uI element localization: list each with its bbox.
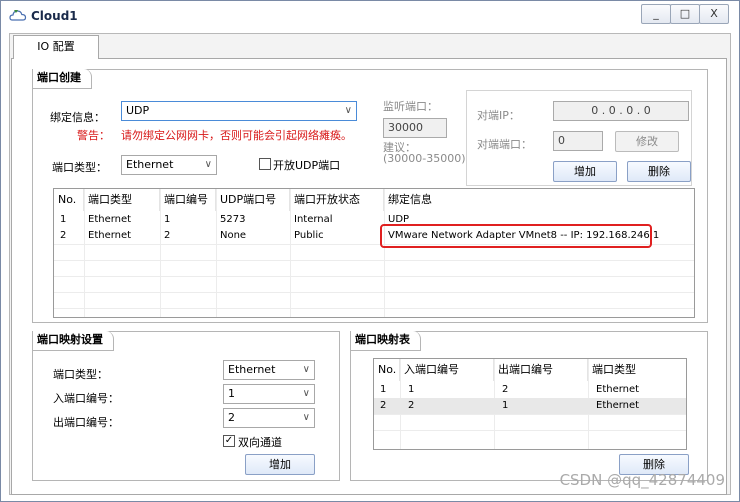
mapping-settings-group: 端口映射设置 端口类型： Ethernet ∨ 入端口编号： 1 ∨ 出端口编号…	[32, 331, 340, 481]
map-col-header-in-port: 入端口编号	[400, 359, 494, 381]
col-header-port-no: 端口编号	[160, 189, 216, 211]
chevron-down-icon: ∨	[302, 412, 310, 423]
warning-label: 警告：	[77, 129, 110, 142]
cloud1-window: Cloud1 _ □ X IO 配置 端口创建 绑定信息： UDP ∨ 警告： …	[0, 0, 740, 502]
col-header-port-type: 端口类型	[84, 189, 160, 211]
in-port-select[interactable]: 1 ∨	[223, 384, 315, 404]
warning-text: 请勿绑定公网网卡，否则可能会引起网络瘫痪。	[121, 129, 352, 142]
add-port-button[interactable]: 增加	[553, 161, 617, 182]
table-row-selected[interactable]: 2 2 1 Ethernet	[374, 398, 686, 414]
map-port-type-label: 端口类型：	[53, 368, 108, 381]
open-udp-checkbox[interactable]	[259, 158, 271, 170]
mapping-table-title: 端口映射表	[351, 331, 421, 351]
listen-port-input[interactable]: 30000	[383, 118, 447, 138]
out-port-label: 出端口编号：	[53, 416, 119, 429]
peer-port-input[interactable]: 0	[553, 131, 603, 151]
port-type-select[interactable]: Ethernet ∨	[121, 155, 217, 175]
open-udp-label: 开放UDP端口	[273, 159, 341, 172]
chevron-down-icon: ∨	[302, 364, 310, 375]
col-header-no: No.	[54, 189, 84, 211]
close-button[interactable]: X	[699, 4, 729, 24]
watermark: CSDN @qq_42874409	[559, 471, 725, 489]
chevron-down-icon: ∨	[302, 388, 310, 399]
peer-port-value: 0	[558, 134, 565, 147]
peer-port-label: 对端端口：	[477, 138, 532, 151]
chevron-down-icon: ∨	[204, 159, 212, 170]
chevron-down-icon: ∨	[344, 105, 352, 116]
col-header-binding: 绑定信息	[388, 193, 432, 206]
map-col-header-out-port: 出端口编号	[494, 359, 588, 381]
in-port-label: 入端口编号：	[53, 392, 119, 405]
suggest-range: (30000-35000)	[383, 152, 466, 165]
peer-ip-input[interactable]: 0 . 0 . 0 . 0	[553, 101, 689, 121]
minimize-icon: _	[653, 7, 659, 20]
listen-port-value: 30000	[388, 121, 423, 134]
mapping-settings-title: 端口映射设置	[33, 331, 114, 351]
title-bar[interactable]: Cloud1 _ □ X	[1, 1, 739, 29]
mapping-table-group: 端口映射表 No. 入端口编号 出端口编号 端口类型 1 1 2 Etherne…	[350, 331, 708, 481]
peer-ip-label: 对端IP：	[477, 109, 520, 122]
minimize-button[interactable]: _	[641, 4, 671, 24]
col-header-open-state: 端口开放状态	[290, 189, 384, 211]
bidirectional-label: 双向通道	[238, 436, 282, 449]
tab-io-config[interactable]: IO 配置	[13, 35, 99, 59]
checkmark-icon: ✓	[224, 435, 234, 446]
modify-button[interactable]: 修改	[615, 131, 679, 152]
window-title: Cloud1	[31, 9, 78, 23]
map-col-header-port-type: 端口类型	[592, 363, 636, 376]
port-type-value: Ethernet	[126, 158, 174, 171]
udp-peer-group: 对端IP： 0 . 0 . 0 . 0 对端端口： 0 修改 增加 删除	[466, 90, 692, 186]
delete-port-button[interactable]: 删除	[627, 161, 691, 182]
highlight-box	[380, 224, 652, 248]
port-creation-group: 端口创建 绑定信息： UDP ∨ 警告： 请勿绑定公网网卡，否则可能会引起网络瘫…	[32, 69, 708, 323]
io-config-panel: 端口创建 绑定信息： UDP ∨ 警告： 请勿绑定公网网卡，否则可能会引起网络瘫…	[11, 58, 727, 495]
cloud-app-icon	[9, 10, 27, 21]
out-port-select[interactable]: 2 ∨	[223, 408, 315, 428]
binding-select[interactable]: UDP ∨	[121, 101, 357, 121]
bidirectional-checkbox[interactable]: ✓	[223, 435, 235, 447]
in-port-value: 1	[228, 387, 235, 400]
table-row[interactable]: 1 1 2 Ethernet	[374, 382, 686, 398]
close-icon: X	[710, 7, 718, 20]
mapping-table[interactable]: No. 入端口编号 出端口编号 端口类型 1 1 2 Ethernet 2 2 …	[373, 358, 687, 450]
out-port-value: 2	[228, 411, 235, 424]
port-type-label: 端口类型：	[52, 161, 107, 174]
binding-label: 绑定信息：	[50, 111, 105, 124]
add-mapping-button[interactable]: 增加	[245, 454, 315, 475]
map-port-type-value: Ethernet	[228, 363, 276, 376]
map-col-header-no: No.	[374, 359, 400, 381]
port-creation-title: 端口创建	[33, 69, 92, 89]
port-table[interactable]: No. 端口类型 端口编号 UDP端口号 端口开放状态 绑定信息 1 Ether…	[53, 188, 695, 318]
peer-ip-value: 0 . 0 . 0 . 0	[591, 104, 651, 117]
maximize-icon: □	[679, 7, 691, 20]
map-port-type-select[interactable]: Ethernet ∨	[223, 360, 315, 380]
binding-value: UDP	[126, 104, 150, 117]
listen-port-label: 监听端口：	[383, 100, 438, 113]
maximize-button[interactable]: □	[670, 4, 700, 24]
col-header-udp-port: UDP端口号	[216, 189, 290, 211]
